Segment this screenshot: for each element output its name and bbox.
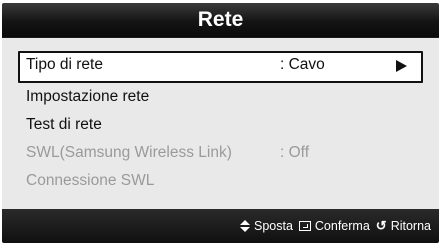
network-menu-panel: Rete Tipo di rete : Cavo Impostazione re… [2,3,439,243]
menu-item-label: Test di rete [26,116,102,133]
menu-item-connessione-swl: Connessione SWL [18,167,423,195]
hint-return: ↺ Ritorna [376,219,431,233]
hint-confirm-label: Conferma [314,219,370,233]
menu-item-label: Impostazione rete [26,88,150,105]
menu-item-label: SWL(Samsung Wireless Link) [26,144,232,161]
hint-return-label: Ritorna [390,219,431,233]
menu-item-test-di-rete[interactable]: Test di rete [18,111,423,139]
menu-item-swl: SWL(Samsung Wireless Link) : Off [18,139,423,167]
hint-move-label: Sposta [253,219,293,233]
menu-item-impostazione-rete[interactable]: Impostazione rete [18,83,423,111]
menu-item-value: : Cavo [280,56,325,73]
title-bar: Rete [2,3,439,38]
return-icon: ↺ [375,218,387,233]
bottom-bar: Sposta Conferma ↺ Ritorna [2,209,439,243]
key-hints: Sposta Conferma ↺ Ritorna [239,219,431,233]
menu-item-label: Connessione SWL [26,172,155,189]
menu-item-value: : Off [280,144,310,161]
right-triangle-icon [396,60,407,72]
menu-item-tipo-di-rete[interactable]: Tipo di rete : Cavo [18,51,423,83]
hint-move: Sposta [239,219,293,233]
menu-item-label: Tipo di rete [26,56,103,73]
up-down-arrows-icon [239,220,250,232]
network-menu-list: Tipo di rete : Cavo Impostazione rete Te… [18,51,423,195]
enter-icon [298,221,311,231]
hint-confirm: Conferma [298,219,370,233]
page-title: Rete [197,8,244,31]
